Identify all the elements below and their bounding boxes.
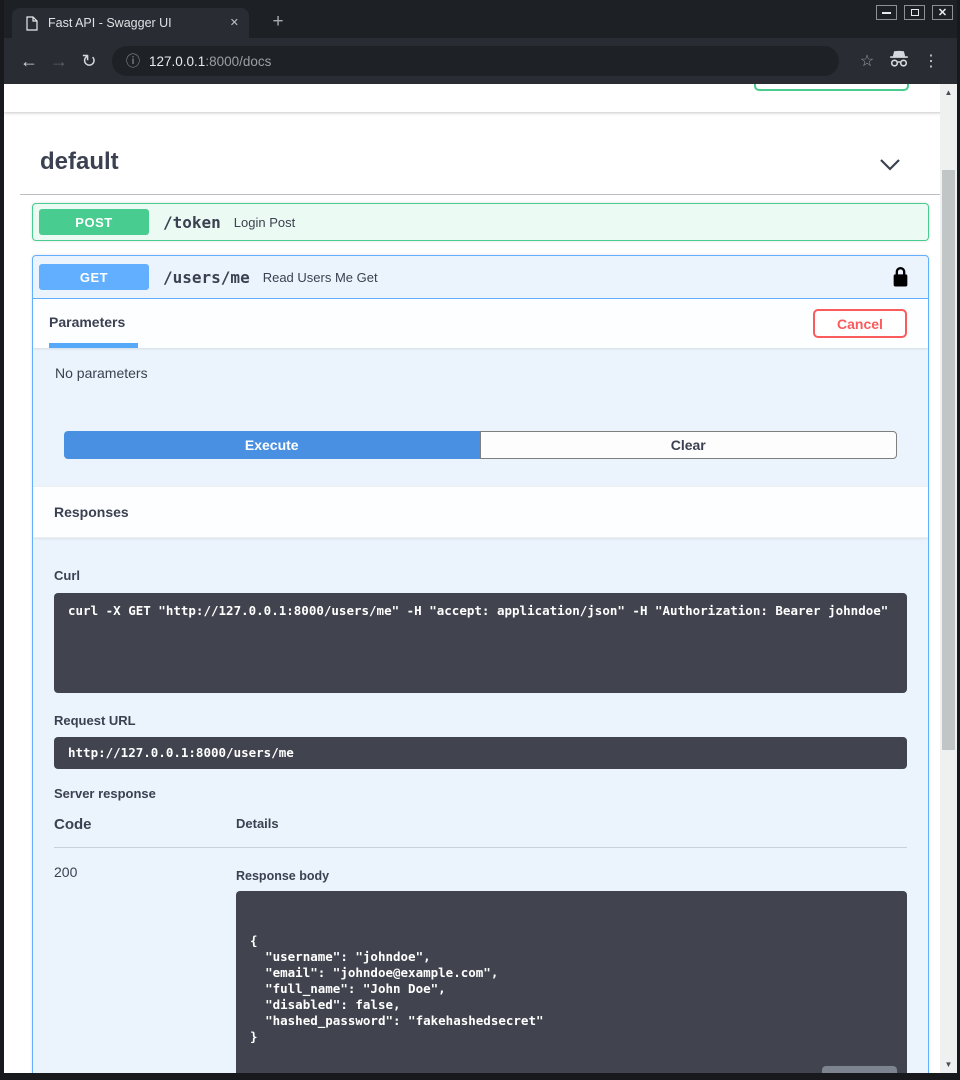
auth-lock-button[interactable]: [893, 267, 908, 287]
maximize-button[interactable]: [904, 5, 925, 20]
opblock-post-token: POST /token Login Post: [32, 203, 929, 241]
clear-button[interactable]: Clear: [480, 431, 898, 459]
tab-parameters[interactable]: Parameters: [49, 299, 125, 348]
request-url-label: Request URL: [54, 713, 907, 728]
opblock-summary-get[interactable]: GET /users/me Read Users Me Get: [33, 256, 928, 299]
page-scrollbar[interactable]: ▲ ▼: [940, 84, 957, 1073]
request-url-block: http://127.0.0.1:8000/users/me: [54, 737, 907, 769]
window-border-left: [0, 0, 4, 1080]
response-row: 200 Response body { "username": "johndoe…: [54, 864, 907, 1073]
chevron-down-icon[interactable]: [879, 158, 901, 171]
response-details: Response body { "username": "johndoe", "…: [236, 864, 907, 1073]
code-column-header: Code: [54, 816, 236, 833]
url-bar[interactable]: ⓘ 127.0.0.1:8000/docs: [112, 46, 839, 76]
op-path: /token: [163, 213, 221, 232]
method-badge-post: POST: [39, 209, 149, 235]
scrollbar-thumb[interactable]: [942, 170, 955, 750]
incognito-icon: [883, 50, 915, 73]
active-tab-underline: [49, 343, 138, 348]
page-icon: [26, 16, 38, 31]
window-border-bottom: [0, 1073, 960, 1080]
status-code: 200: [54, 864, 236, 1073]
back-button[interactable]: ←: [14, 51, 44, 72]
server-response-label: Server response: [54, 786, 907, 801]
op-path: /users/me: [163, 268, 250, 287]
responses-title: Responses: [54, 504, 129, 520]
opblock-summary-post[interactable]: POST /token Login Post: [33, 204, 928, 240]
url-text: 127.0.0.1:8000/docs: [149, 54, 271, 69]
site-info-icon[interactable]: ⓘ: [126, 51, 140, 71]
scroll-down-arrow[interactable]: ▼: [940, 1056, 957, 1073]
close-button[interactable]: ✕: [932, 5, 953, 20]
maximize-icon: [911, 9, 919, 16]
execute-button[interactable]: Execute: [64, 431, 480, 459]
method-badge-get: GET: [39, 264, 149, 290]
minimize-button[interactable]: [876, 5, 897, 20]
url-path: :8000/docs: [205, 54, 271, 69]
response-body-label: Response body: [236, 869, 907, 883]
parameters-body: No parameters Execute Clear: [33, 348, 928, 486]
bookmark-star-icon[interactable]: ☆: [851, 51, 883, 71]
minimize-icon: [882, 12, 891, 14]
browser-window: Fast API - Swagger UI ✕ + ✕ ← → ↻ ⓘ 127.…: [4, 0, 957, 1073]
download-button[interactable]: Download: [822, 1066, 897, 1073]
responses-section-header: Responses: [33, 486, 928, 538]
section-title: default: [40, 148, 119, 175]
response-table-header: Code Details: [54, 816, 907, 848]
curl-command-block: curl -X GET "http://127.0.0.1:8000/users…: [54, 593, 907, 693]
swagger-content: default POST /token Login Post GET /user…: [4, 134, 957, 1073]
section-header-default[interactable]: default: [20, 134, 941, 195]
parameters-section-header: Parameters Cancel: [33, 299, 928, 348]
url-host: 127.0.0.1: [149, 54, 205, 69]
tab-strip: Fast API - Swagger UI ✕ + ✕: [4, 0, 957, 38]
details-column-header: Details: [236, 816, 279, 833]
reload-button[interactable]: ↻: [74, 51, 104, 72]
swagger-page: default POST /token Login Post GET /user…: [4, 84, 957, 1073]
browser-toolbar: ← → ↻ ⓘ 127.0.0.1:8000/docs ☆ ⋮: [4, 38, 957, 84]
response-body-json: { "username": "johndoe", "email": "johnd…: [250, 933, 807, 1045]
curl-label: Curl: [54, 568, 80, 583]
cancel-button[interactable]: Cancel: [813, 309, 907, 338]
window-controls: ✕: [876, 5, 953, 20]
forward-button[interactable]: →: [44, 51, 74, 72]
browser-tab[interactable]: Fast API - Swagger UI ✕: [12, 8, 249, 38]
response-body-block: { "username": "johndoe", "email": "johnd…: [236, 891, 907, 1073]
new-tab-button[interactable]: +: [266, 10, 290, 34]
opblock-get-users-me: GET /users/me Read Users Me Get Paramete…: [32, 255, 929, 1073]
tab-close-icon[interactable]: ✕: [230, 18, 239, 29]
lock-icon: [893, 267, 908, 287]
scroll-up-arrow[interactable]: ▲: [940, 84, 957, 101]
authorize-button[interactable]: [754, 84, 909, 91]
menu-icon[interactable]: ⋮: [915, 51, 947, 71]
tab-title: Fast API - Swagger UI: [48, 16, 222, 30]
parameters-tab-label: Parameters: [49, 314, 125, 330]
op-description: Login Post: [234, 215, 295, 230]
no-parameters-text: No parameters: [55, 365, 906, 381]
op-description: Read Users Me Get: [263, 270, 378, 285]
execute-wrapper: Execute Clear: [64, 431, 897, 459]
scheme-container: [4, 84, 957, 112]
responses-body: Curl curl -X GET "http://127.0.0.1:8000/…: [33, 538, 928, 1073]
